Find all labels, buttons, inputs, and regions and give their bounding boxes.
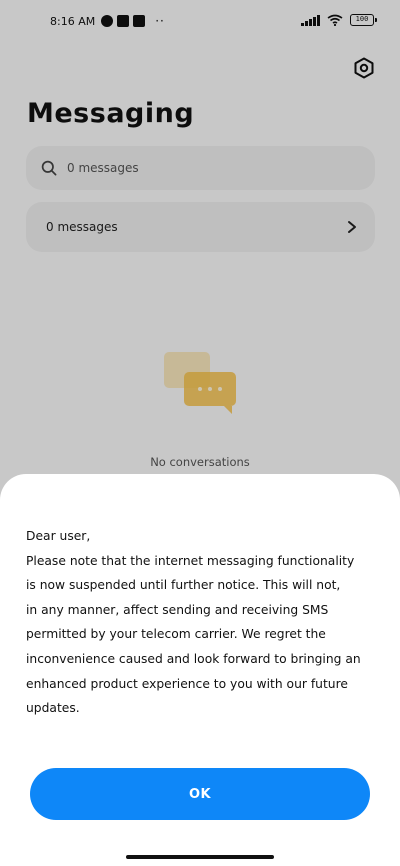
notice-line: updates. <box>26 701 80 716</box>
notice-line: permitted by your telecom carrier. We re… <box>26 627 326 642</box>
notice-bottom-sheet: Dear user, Please note that the internet… <box>0 474 400 866</box>
notice-line: enhanced product experience to you with … <box>26 676 348 691</box>
notice-line: inconvenience caused and look forward to… <box>26 651 361 666</box>
notice-line: is now suspended until further notice. T… <box>26 578 341 593</box>
home-indicator[interactable] <box>126 855 274 859</box>
notice-line: Please note that the internet messaging … <box>26 553 355 568</box>
notice-message: Dear user, Please note that the internet… <box>26 524 386 721</box>
notice-line: in any manner, affect sending and receiv… <box>26 602 329 617</box>
notice-line: Dear user, <box>26 529 91 543</box>
ok-button[interactable]: OK <box>30 768 370 820</box>
